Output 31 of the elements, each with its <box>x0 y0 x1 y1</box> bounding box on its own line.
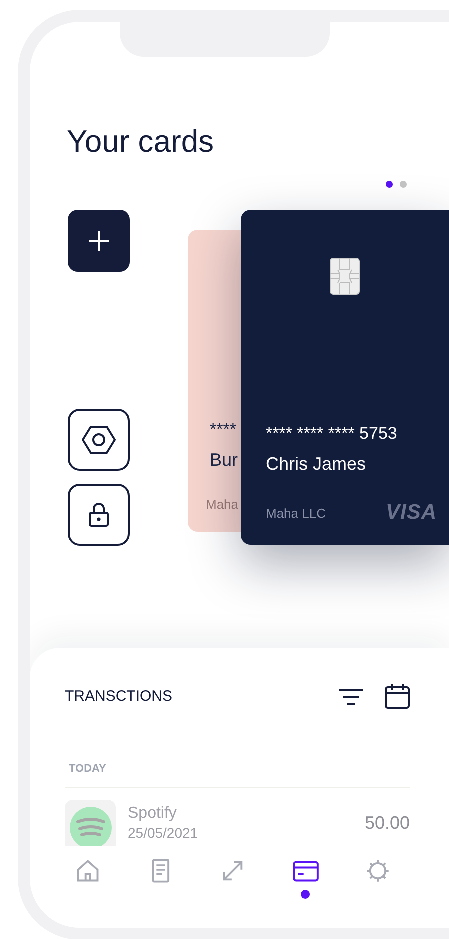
lock-card-button[interactable] <box>68 484 130 546</box>
filter-icon <box>339 688 363 706</box>
card-holder-name: Bur <box>210 450 240 471</box>
add-card-button[interactable] <box>68 210 130 272</box>
date-group-label: TODAY <box>69 763 108 775</box>
card-settings-button[interactable] <box>68 409 130 471</box>
filter-button[interactable] <box>339 688 363 706</box>
music-waves-icon <box>68 806 112 846</box>
card-chip-icon <box>330 258 360 295</box>
calendar-icon <box>385 684 410 709</box>
lock-icon <box>88 502 110 528</box>
pager-dot[interactable] <box>400 181 407 188</box>
card-company: Maha LLC <box>266 506 326 520</box>
plus-icon <box>88 230 110 252</box>
hexagon-nut-icon <box>82 425 116 455</box>
transaction-date: 25/05/2021 <box>128 825 200 841</box>
home-icon <box>75 858 101 884</box>
gear-icon <box>365 858 391 884</box>
card-number: **** **** **** 5753 <box>266 424 398 444</box>
card-number: **** <box>210 420 238 440</box>
card-holder-name: Chris James <box>266 454 368 475</box>
page-title: Your cards <box>67 124 216 160</box>
payment-card[interactable]: **** Bur Maha <box>188 230 241 532</box>
calendar-button[interactable] <box>385 684 410 709</box>
merchant-name: Spotify <box>128 805 178 823</box>
card-brand-logo: VISA <box>386 501 437 525</box>
transactions-title: TRANSCTIONS <box>65 688 174 705</box>
transaction-amount: 50.00 <box>364 812 410 834</box>
pager-dot[interactable] <box>386 181 393 188</box>
card-company: Maha <box>206 497 239 512</box>
payment-card[interactable]: **** **** **** 5753 Chris James Maha LLC VISA <box>241 210 449 545</box>
